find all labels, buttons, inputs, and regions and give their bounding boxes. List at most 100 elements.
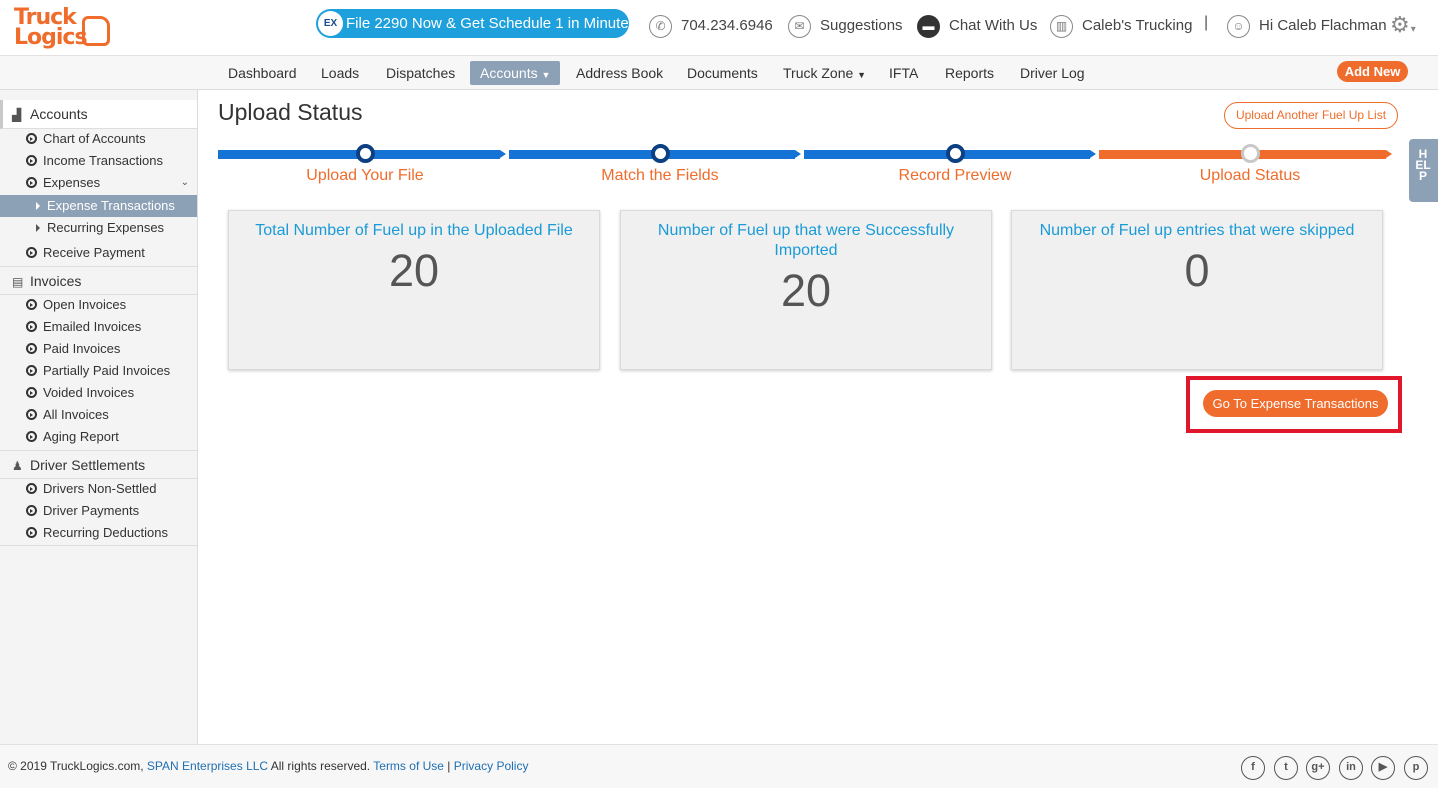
nav-dashboard[interactable]: Dashboard bbox=[218, 61, 307, 85]
step-3-marker bbox=[946, 144, 965, 163]
footer-copyright: © 2019 TruckLogics.com, SPAN Enterprises… bbox=[8, 759, 528, 773]
privacy-policy-link[interactable]: Privacy Policy bbox=[454, 759, 529, 773]
youtube-icon[interactable]: ▶ bbox=[1371, 756, 1395, 780]
trucklogics-logo[interactable]: Truck Logics bbox=[12, 7, 110, 50]
sidebar: ▟ Accounts Chart of Accounts Income Trans… bbox=[0, 90, 198, 744]
sidebar-item-all-invoices[interactable]: All Invoices bbox=[0, 404, 197, 426]
caret-right-icon bbox=[36, 202, 40, 210]
sidebar-item-label: Expenses bbox=[43, 175, 101, 190]
nav-reports[interactable]: Reports bbox=[935, 61, 1004, 85]
sidebar-item-partially-paid-invoices[interactable]: Partially Paid Invoices bbox=[0, 360, 197, 382]
sidebar-section-accounts[interactable]: ▟ Accounts bbox=[0, 100, 197, 129]
sidebar-item-recurring-deductions[interactable]: Recurring Deductions bbox=[0, 522, 197, 544]
circle-arrow-icon bbox=[26, 299, 37, 310]
sidebar-section-label: Accounts bbox=[30, 106, 88, 122]
footer-separator: | bbox=[447, 759, 451, 773]
sidebar-item-recurring-expenses[interactable]: Recurring Expenses bbox=[0, 217, 197, 239]
nav-truck-zone[interactable]: Truck Zone ▼ bbox=[773, 61, 876, 85]
mail-icon: ✉ bbox=[788, 14, 811, 38]
linkedin-icon[interactable]: in bbox=[1339, 756, 1363, 780]
bar-chart-icon: ▟ bbox=[12, 108, 22, 122]
sidebar-section-driver-settlements[interactable]: ♟ Driver Settlements bbox=[0, 450, 197, 479]
suggestions-link[interactable]: ✉ Suggestions bbox=[788, 14, 903, 40]
nav-address-book[interactable]: Address Book bbox=[566, 61, 673, 85]
imported-fuel-up-card: Number of Fuel up that were Successfully… bbox=[620, 210, 992, 370]
sidebar-item-label: Recurring Deductions bbox=[43, 525, 169, 540]
skipped-fuel-up-card: Number of Fuel up entries that were skip… bbox=[1011, 210, 1383, 370]
sidebar-item-label: Expense Transactions bbox=[47, 198, 175, 213]
caret-right-icon bbox=[36, 224, 40, 232]
sidebar-item-label: Recurring Expenses bbox=[47, 220, 165, 235]
nav-ifta[interactable]: IFTA bbox=[879, 61, 928, 85]
twitter-icon[interactable]: t bbox=[1274, 756, 1298, 780]
step-arrow-3 bbox=[1090, 150, 1096, 158]
sidebar-item-aging-report[interactable]: Aging Report bbox=[0, 426, 197, 448]
sidebar-item-label: Voided Invoices bbox=[43, 385, 135, 400]
circle-arrow-icon bbox=[26, 431, 37, 442]
circle-arrow-icon bbox=[26, 365, 37, 376]
sidebar-item-label: Income Transactions bbox=[43, 153, 163, 168]
caret-down-icon: ▼ bbox=[857, 70, 867, 80]
gear-icon[interactable]: ⚙▾ bbox=[1390, 12, 1416, 38]
pinterest-icon[interactable]: p bbox=[1404, 756, 1428, 780]
nav-dispatches[interactable]: Dispatches bbox=[376, 61, 465, 85]
sidebar-item-income-transactions[interactable]: Income Transactions bbox=[0, 150, 197, 172]
user-icon: ☺ bbox=[1227, 14, 1250, 38]
sidebar-item-label: Paid Invoices bbox=[43, 341, 121, 356]
card-value: 20 bbox=[388, 245, 440, 296]
span-enterprises-link[interactable]: SPAN Enterprises LLC bbox=[147, 759, 268, 773]
sidebar-divider bbox=[0, 545, 197, 546]
circle-arrow-icon bbox=[26, 505, 37, 516]
circle-arrow-icon bbox=[26, 155, 37, 166]
copyright-text: © 2019 TruckLogics.com, bbox=[8, 759, 144, 773]
caret-down-icon: ▼ bbox=[541, 70, 551, 80]
sidebar-section-label: Driver Settlements bbox=[30, 457, 146, 473]
phone-icon: ✆ bbox=[649, 14, 672, 38]
sidebar-item-label: Aging Report bbox=[43, 429, 119, 444]
sidebar-item-emailed-invoices[interactable]: Emailed Invoices bbox=[0, 316, 197, 338]
nav-accounts-label: Accounts bbox=[480, 65, 538, 81]
help-tab[interactable]: HELP bbox=[1409, 139, 1438, 202]
step-label-upload-your-file: Upload Your File bbox=[306, 167, 424, 184]
nav-loads[interactable]: Loads bbox=[311, 61, 369, 85]
nav-driver-log[interactable]: Driver Log bbox=[1010, 61, 1095, 85]
sidebar-item-label: Open Invoices bbox=[43, 297, 127, 312]
sidebar-item-paid-invoices[interactable]: Paid Invoices bbox=[0, 338, 197, 360]
sidebar-item-voided-invoices[interactable]: Voided Invoices bbox=[0, 382, 197, 404]
phone-link[interactable]: ✆ 704.234.6946 bbox=[649, 14, 773, 40]
add-new-button[interactable]: Add New bbox=[1337, 61, 1408, 82]
promo-banner[interactable]: EX File 2290 Now & Get Schedule 1 in Min… bbox=[316, 9, 636, 38]
upload-stepper: Upload Your File Match the Fields Record… bbox=[218, 142, 1393, 192]
upload-another-fuel-list-button[interactable]: Upload Another Fuel Up List bbox=[1224, 102, 1398, 129]
sidebar-section-invoices[interactable]: ▤ Invoices bbox=[0, 266, 197, 295]
phone-number: 704.234.6946 bbox=[681, 17, 773, 34]
user-menu[interactable]: ☺ Hi Caleb Flachman bbox=[1227, 14, 1387, 40]
sidebar-item-chart-of-accounts[interactable]: Chart of Accounts bbox=[0, 128, 197, 150]
logo-text-line2: Logics bbox=[14, 25, 88, 50]
sidebar-item-expense-transactions[interactable]: Expense Transactions bbox=[0, 195, 197, 217]
facebook-icon[interactable]: f bbox=[1241, 756, 1265, 780]
sidebar-item-driver-payments[interactable]: Driver Payments bbox=[0, 500, 197, 522]
sidebar-item-label: All Invoices bbox=[43, 407, 109, 422]
card-value: 20 bbox=[780, 265, 832, 316]
user-greeting: Hi Caleb Flachman bbox=[1259, 17, 1387, 34]
chat-link[interactable]: ▬ Chat With Us bbox=[917, 14, 1037, 40]
card-title: Number of Fuel up that were Successfully… bbox=[657, 222, 955, 259]
google-plus-icon[interactable]: g+ bbox=[1306, 756, 1330, 780]
sidebar-item-expenses[interactable]: Expenses ⌄ bbox=[0, 172, 197, 194]
nav-accounts[interactable]: Accounts ▼ bbox=[470, 61, 561, 85]
top-header: Truck Logics EX File 2290 Now & Get Sche… bbox=[0, 0, 1438, 56]
step-1-marker bbox=[356, 144, 375, 163]
sidebar-item-drivers-non-settled[interactable]: Drivers Non-Settled bbox=[0, 478, 197, 500]
step-label-match-the-fields: Match the Fields bbox=[601, 167, 719, 184]
circle-arrow-icon bbox=[26, 343, 37, 354]
step-2-marker bbox=[651, 144, 670, 163]
sidebar-item-receive-payment[interactable]: Receive Payment bbox=[0, 242, 197, 264]
go-to-expense-transactions-button[interactable]: Go To Expense Transactions bbox=[1203, 390, 1388, 417]
sidebar-item-open-invoices[interactable]: Open Invoices bbox=[0, 294, 197, 316]
nav-documents[interactable]: Documents bbox=[677, 61, 768, 85]
header-separator: | bbox=[1204, 14, 1209, 31]
company-link[interactable]: ▥ Caleb's Trucking bbox=[1050, 14, 1192, 40]
step-4-marker bbox=[1241, 144, 1260, 163]
terms-of-use-link[interactable]: Terms of Use bbox=[373, 759, 444, 773]
